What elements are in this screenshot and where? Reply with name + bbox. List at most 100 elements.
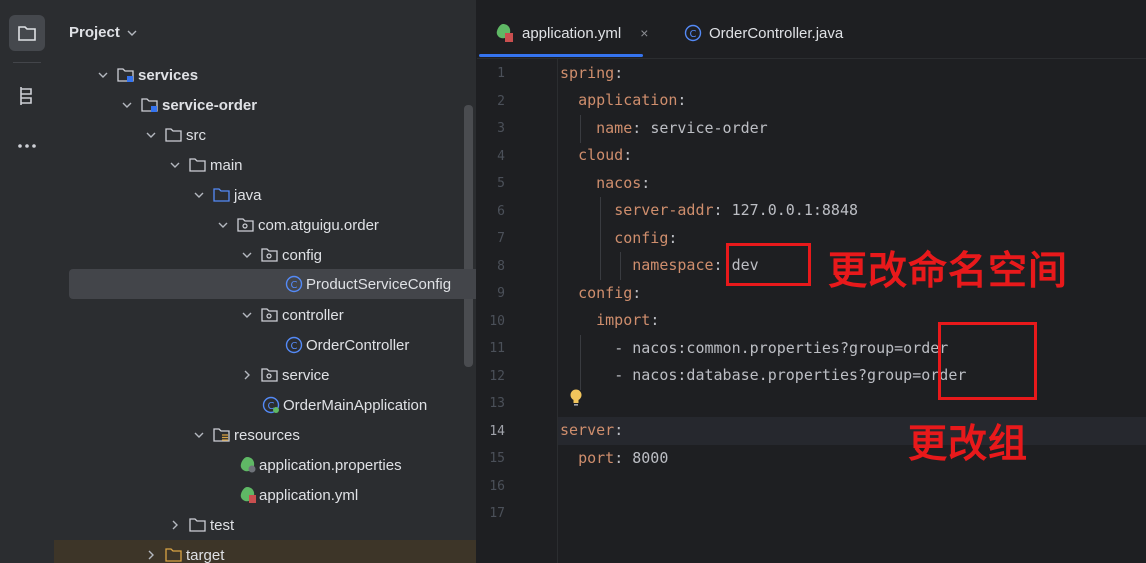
tree-label: src <box>186 126 206 144</box>
gutter-border <box>557 58 558 563</box>
line-number-gutter: 1 2 3 4 5 6 7 8 9 10 11 12 13 14 15 16 1… <box>477 58 557 563</box>
tree-item-test[interactable]: test <box>54 510 476 540</box>
yaml-colon: : <box>623 146 633 164</box>
yaml-colon: : <box>632 119 642 137</box>
tree-item-application-yml[interactable]: application.yml <box>54 480 476 510</box>
yaml-key: cloud <box>578 146 624 164</box>
group-annotation: 更改组 <box>908 422 1029 467</box>
yaml-colon: : <box>614 64 624 82</box>
chevron-right-icon <box>143 547 159 563</box>
line-number: 6 <box>497 204 505 219</box>
package-icon <box>237 216 255 234</box>
editor-tab-bar: application.yml × C OrderController.java <box>477 0 1146 59</box>
project-title: Project <box>69 24 120 41</box>
package-icon <box>261 246 279 264</box>
code-line-1[interactable]: spring: <box>560 59 623 87</box>
yaml-colon: : <box>668 229 678 247</box>
chevron-down-icon <box>167 157 183 173</box>
code-line-2[interactable]: application: <box>560 86 686 114</box>
project-tool-button[interactable] <box>9 15 45 51</box>
yaml-key: server <box>560 421 615 439</box>
package-icon <box>261 306 279 324</box>
tree-item-config[interactable]: config <box>54 240 476 270</box>
chevron-down-icon <box>239 247 255 263</box>
tree-item-order-main-application[interactable]: C OrderMainApplication <box>54 390 476 420</box>
code-line-10[interactable]: import: <box>560 306 659 334</box>
tree-label: OrderMainApplication <box>283 396 428 414</box>
code-line-11[interactable]: - nacos:common.properties?group=order <box>560 334 948 362</box>
namespace-annotation: 更改命名空间 <box>828 249 1069 294</box>
tree-item-controller[interactable]: controller <box>54 300 476 330</box>
tree-label: resources <box>234 426 300 444</box>
tab-application-yml[interactable]: application.yml × <box>493 18 648 48</box>
code-line-12[interactable]: - nacos:database.properties?group=order <box>560 361 966 389</box>
tree-item-target[interactable]: target <box>54 540 476 563</box>
yaml-key: port <box>578 449 615 467</box>
line-number: 17 <box>489 506 505 521</box>
activity-bar <box>0 0 55 563</box>
lightbulb-icon[interactable] <box>569 389 583 412</box>
close-icon[interactable]: × <box>640 25 648 41</box>
structure-tool-button[interactable] <box>9 78 45 114</box>
folder-icon <box>189 516 207 534</box>
tree-label: config <box>282 246 323 264</box>
tree-item-service-order[interactable]: service-order <box>54 90 476 120</box>
code-line-14[interactable]: server: <box>560 416 623 444</box>
java-class-icon: C <box>684 24 702 42</box>
tree-label: ProductServiceConfig <box>306 275 452 293</box>
more-tools-button[interactable] <box>9 128 45 164</box>
code-line-15[interactable]: port: 8000 <box>560 444 668 472</box>
tree-item-order-controller[interactable]: C OrderController <box>54 330 476 360</box>
tab-label: application.yml <box>522 24 622 42</box>
tree-label: test <box>210 516 235 534</box>
activity-separator <box>13 62 41 63</box>
chevron-down-icon <box>127 30 137 36</box>
chevron-down-icon <box>95 67 111 83</box>
tree-label: main <box>210 156 243 174</box>
code-line-4[interactable]: cloud: <box>560 141 632 169</box>
yaml-colon: : <box>614 449 624 467</box>
tree-item-resources[interactable]: resources <box>54 420 476 450</box>
code-line-3[interactable]: name: service-order <box>560 114 768 142</box>
chevron-down-icon <box>239 307 255 323</box>
tab-order-controller-java[interactable]: C OrderController.java <box>684 18 843 48</box>
folder-icon <box>189 156 207 174</box>
tree-item-package-order[interactable]: com.atguigu.order <box>54 210 476 240</box>
tree-label: services <box>138 66 199 84</box>
excluded-folder-icon <box>165 546 183 563</box>
chevron-down-icon <box>191 427 207 443</box>
line-number: 13 <box>489 396 505 411</box>
yaml-list-value: - nacos:common.properties?group=order <box>614 339 949 357</box>
yaml-key: server-addr <box>614 201 714 219</box>
line-number-current: 14 <box>489 424 505 439</box>
namespace-highlight-box <box>726 243 811 286</box>
code-line-5[interactable]: nacos: <box>560 169 650 197</box>
line-number: 9 <box>497 286 505 301</box>
tree-item-application-properties[interactable]: application.properties <box>54 450 476 480</box>
yaml-key: import <box>596 311 651 329</box>
yaml-key: spring <box>560 64 615 82</box>
spring-yaml-icon <box>496 24 513 42</box>
tree-item-services[interactable]: services <box>54 60 476 90</box>
line-number: 12 <box>489 369 505 384</box>
folder-icon <box>18 26 36 41</box>
line-number: 7 <box>497 231 505 246</box>
line-number: 3 <box>497 121 505 136</box>
line-number: 10 <box>489 314 505 329</box>
tree-label: target <box>186 546 225 563</box>
yaml-colon: : <box>632 284 642 302</box>
code-line-6[interactable]: server-addr: 127.0.0.1:8848 <box>560 196 858 224</box>
line-number: 8 <box>497 259 505 274</box>
yaml-colon: : <box>677 91 687 109</box>
code-line-7[interactable]: config: <box>560 224 677 252</box>
code-line-9[interactable]: config: <box>560 279 641 307</box>
tree-item-src[interactable]: src <box>54 120 476 150</box>
yaml-key: name <box>596 119 633 137</box>
tree-item-java[interactable]: java <box>54 180 476 210</box>
tree-item-main[interactable]: main <box>54 150 476 180</box>
tree-item-product-service-config[interactable]: C ProductServiceConfig <box>69 269 476 299</box>
tree-item-service[interactable]: service <box>54 360 476 390</box>
project-header[interactable]: Project <box>69 24 138 41</box>
line-number: 4 <box>497 149 505 164</box>
svg-text:C: C <box>690 29 697 40</box>
